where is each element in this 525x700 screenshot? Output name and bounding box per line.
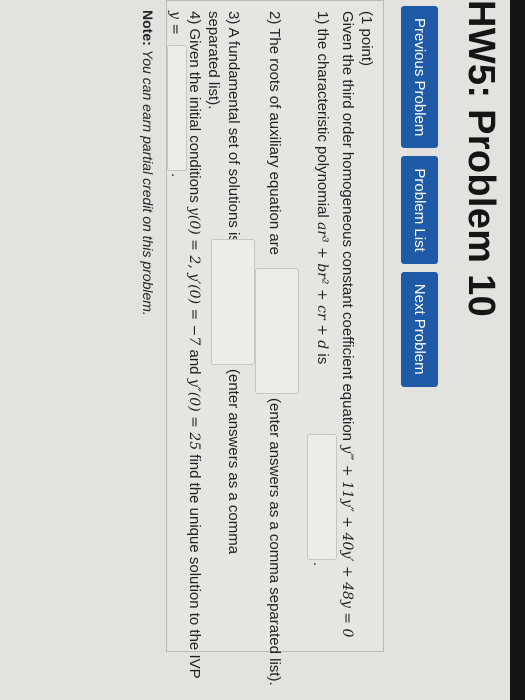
characteristic-polynomial-form: ar³ + br² + cr + d: [314, 221, 330, 350]
problem-list-button[interactable]: Problem List: [401, 156, 438, 264]
note-label: Note:: [140, 10, 156, 46]
note-text: You can earn partial credit on this prob…: [140, 49, 156, 316]
points-label: (1 point): [358, 11, 375, 67]
partial-credit-note: Note: You can earn partial credit on thi…: [140, 10, 156, 316]
q3-label: 3) A fundamental set of solutions is: [225, 11, 242, 243]
previous-problem-button[interactable]: Previous Problem: [401, 6, 438, 149]
question-1: 1) the characteristic polynomial ar³ + b…: [314, 11, 331, 364]
characteristic-polynomial-input[interactable]: [307, 434, 337, 560]
question-4: 4) Given the initial conditions y(0) = 2…: [186, 11, 203, 679]
q2-instructions: (enter answers as a comma separated list…: [266, 398, 283, 686]
initial-conditions: y(0) = 2, y′(0) = −7: [186, 206, 202, 346]
q1-label: 1) the characteristic polynomial: [314, 11, 331, 218]
problem-navigation: Previous Problem Problem List Next Probl…: [401, 6, 438, 387]
page-title: HW5: Problem 10: [460, 0, 502, 318]
differential-equation: y‴ + 11y″ + 40y′ + 48y = 0: [339, 445, 355, 638]
q4-and: and: [186, 349, 203, 375]
q3-instructions: (enter answers as a comma: [225, 369, 242, 555]
q2-label: 2) The roots of auxiliary equation are: [266, 11, 283, 256]
ivp-solution-input[interactable]: [167, 45, 187, 171]
initial-condition-3: y″(0) = 25: [186, 378, 202, 451]
fundamental-set-input[interactable]: [211, 239, 255, 365]
problem-panel: (1 point) Given the third order homogene…: [166, 0, 384, 686]
problem-statement: Given the third order homogeneous consta…: [339, 11, 356, 637]
roots-input[interactable]: [255, 268, 299, 394]
statement-text: Given the third order homogeneous consta…: [339, 11, 356, 442]
next-problem-button[interactable]: Next Problem: [401, 271, 438, 387]
q4-period: .: [168, 173, 185, 178]
q4-instructions: find the unique solution to the IVP: [186, 454, 203, 679]
q3-instructions-cont: separated list).: [205, 11, 222, 110]
q4-label: 4) Given the initial conditions: [186, 11, 203, 203]
rotated-page: HW5: Problem 10 Previous Problem Problem…: [0, 0, 510, 700]
q1-period: .: [310, 562, 327, 567]
solution-lhs: y =: [167, 11, 183, 36]
q1-is: is: [314, 353, 331, 365]
